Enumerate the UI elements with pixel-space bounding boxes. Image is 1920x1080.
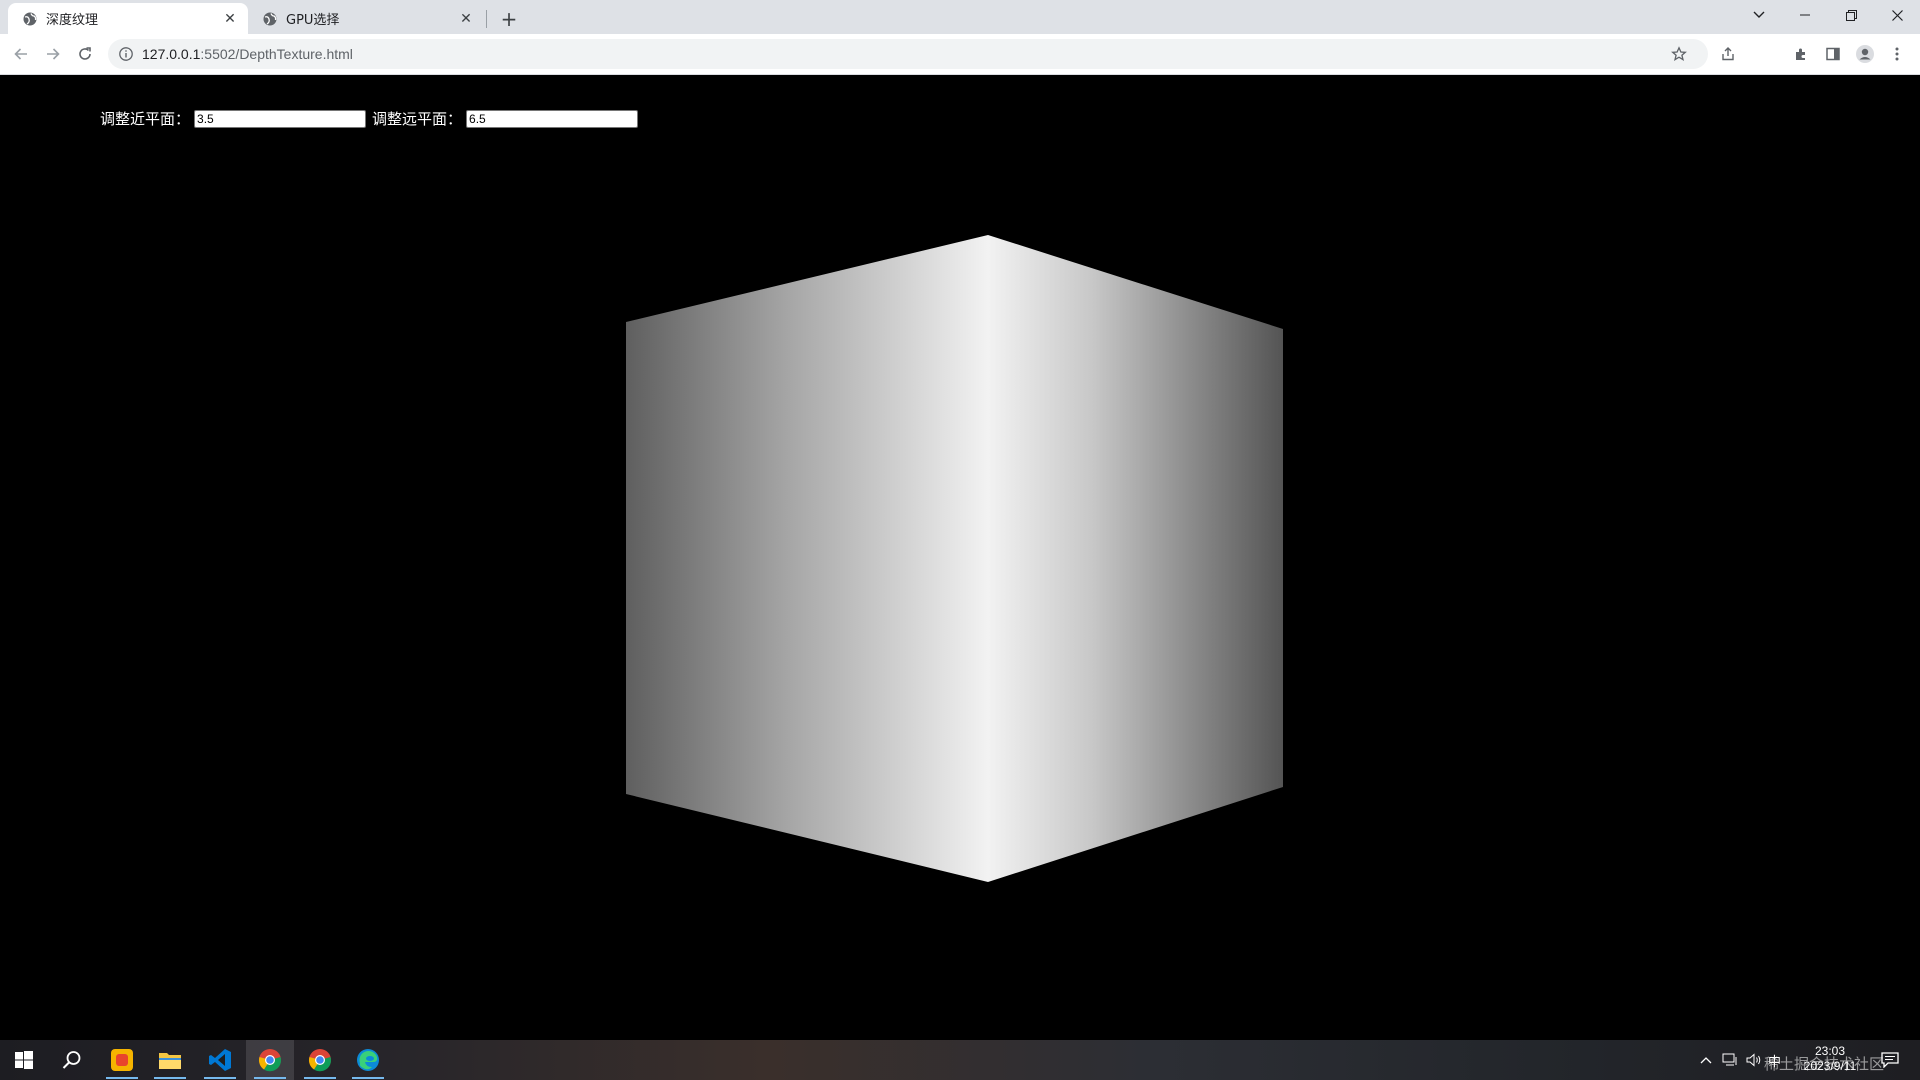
restore-icon[interactable] — [1828, 0, 1874, 30]
page-viewport: 调整近平面： 调整远平面： — [0, 75, 1920, 1039]
tab-search-icon[interactable] — [1736, 0, 1782, 30]
network-icon[interactable] — [1722, 1053, 1738, 1067]
info-icon[interactable] — [118, 46, 134, 62]
near-plane-label: 调整近平面： — [100, 110, 191, 128]
chevron-up-icon[interactable] — [1700, 1056, 1712, 1064]
clock[interactable]: 23:03 2023/9/11 — [1795, 1044, 1865, 1074]
url-host: 127.0.0.1 — [142, 46, 201, 62]
notification-icon[interactable] — [1866, 1040, 1914, 1080]
globe-icon — [262, 11, 278, 27]
side-panel-icon[interactable] — [1820, 41, 1846, 67]
search-icon[interactable] — [48, 1040, 96, 1080]
tab-title: GPU选择 — [286, 13, 340, 28]
edge-icon[interactable] — [344, 1040, 392, 1080]
start-icon[interactable] — [0, 1040, 48, 1080]
tab-separator — [486, 10, 487, 28]
globe-icon — [22, 11, 38, 27]
near-plane-input[interactable] — [194, 109, 367, 128]
close-window-icon[interactable] — [1874, 0, 1920, 30]
volume-icon[interactable] — [1746, 1053, 1762, 1067]
cube-left-face — [626, 235, 988, 882]
new-tab-button[interactable]: + — [496, 6, 522, 32]
extensions-icon[interactable] — [1788, 41, 1814, 67]
back-icon[interactable] — [8, 41, 34, 67]
clock-date: 2023/9/11 — [1803, 1059, 1857, 1073]
url-text: 127.0.0.1:5502/DepthTexture.html — [142, 46, 353, 62]
tab-gpu-select[interactable]: GPU选择 ✕ — [248, 3, 484, 34]
far-plane-label: 调整远平面： — [372, 110, 463, 128]
url-path: :5502/DepthTexture.html — [200, 46, 353, 62]
chrome-icon[interactable] — [296, 1040, 344, 1080]
tab-depth-texture[interactable]: 深度纹理 ✕ — [8, 3, 248, 34]
clock-time: 23:03 — [1814, 1044, 1846, 1058]
share-icon[interactable] — [1715, 41, 1741, 67]
chrome-icon[interactable] — [246, 1040, 294, 1080]
webgl-canvas[interactable] — [0, 75, 1920, 1039]
taskbar: 中 稀土掘金技术社区 23:03 2023/9/11 — [0, 1040, 1920, 1080]
close-tab-icon[interactable]: ✕ — [458, 11, 474, 27]
profile-icon[interactable] — [1852, 41, 1878, 67]
cube-right-face — [988, 235, 1283, 882]
minimize-icon[interactable] — [1782, 0, 1828, 30]
star-icon[interactable] — [1666, 41, 1692, 67]
forward-icon[interactable] — [40, 41, 66, 67]
close-tab-icon[interactable]: ✕ — [222, 11, 238, 27]
vscode-icon[interactable] — [196, 1040, 244, 1080]
tab-title: 深度纹理 — [46, 13, 99, 28]
far-plane-input[interactable] — [466, 109, 639, 128]
menu-icon[interactable] — [1884, 41, 1910, 67]
tab-strip: 深度纹理 ✕ GPU选择 ✕ + — [0, 0, 1920, 34]
app-orange-icon[interactable] — [98, 1040, 146, 1080]
depth-controls: 调整近平面： 调整远平面： — [100, 108, 644, 129]
file-explorer-icon[interactable] — [146, 1040, 194, 1080]
browser-toolbar: 127.0.0.1:5502/DepthTexture.html — [0, 34, 1920, 75]
address-bar[interactable]: 127.0.0.1:5502/DepthTexture.html — [108, 39, 1734, 69]
reload-icon[interactable] — [72, 41, 98, 67]
